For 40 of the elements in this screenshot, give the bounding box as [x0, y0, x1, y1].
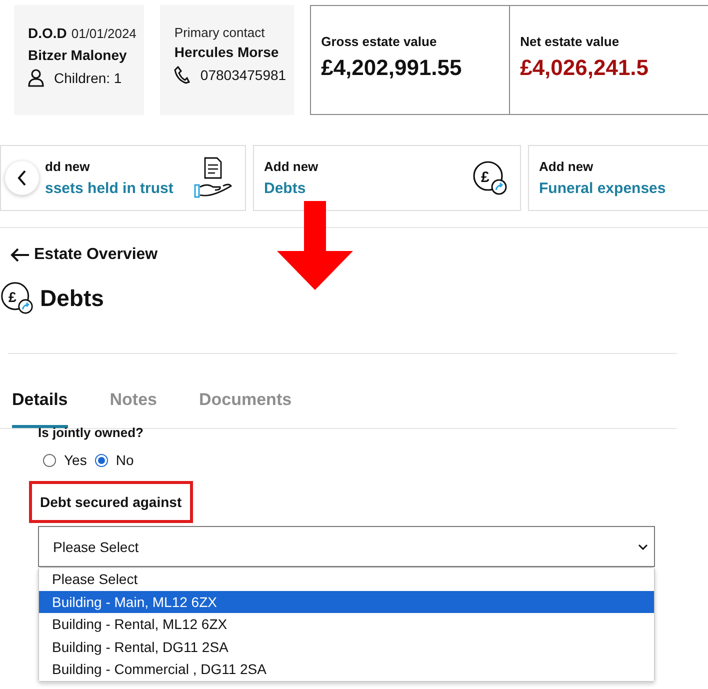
add-new-link[interactable]: ssets held in trust: [45, 180, 193, 197]
dropdown-option[interactable]: Building - Rental, DG11 2SA: [39, 636, 654, 658]
add-new-label: Add new: [264, 159, 320, 174]
contact-label: Primary contact: [174, 25, 266, 40]
value-label: Net estate value: [520, 34, 620, 49]
add-new-card[interactable]: Add new Funeral expenses: [528, 145, 708, 211]
add-new-card[interactable]: Add new Debts £: [253, 145, 521, 211]
field-label: Debt secured against: [29, 481, 193, 523]
dod-date: 01/01/2024: [71, 26, 136, 41]
previous-button[interactable]: [5, 161, 39, 195]
dropdown-option[interactable]: Please Select: [39, 568, 654, 591]
add-new-link[interactable]: Funeral expenses: [539, 180, 708, 197]
chevron-down-icon: [638, 544, 648, 550]
add-new-link[interactable]: Debts: [264, 180, 472, 197]
chevron-left-icon: [17, 170, 27, 186]
add-new-label: Add new: [539, 159, 594, 174]
radio-label: Yes: [64, 452, 87, 468]
dropdown-option[interactable]: Building - Commercial , DG11 2SA: [39, 658, 654, 681]
add-new-card[interactable]: dd new ssets held in trust: [0, 145, 246, 211]
page-title: Debts: [40, 284, 104, 312]
radio-button[interactable]: [94, 454, 108, 466]
person-icon: [28, 69, 44, 87]
radio-button[interactable]: [43, 454, 56, 466]
hand-document-icon: [193, 156, 233, 200]
select-field[interactable]: Please Select: [38, 526, 655, 567]
children-count: Children: 1: [54, 70, 122, 86]
dropdown-option[interactable]: Building - Main, ML12 6ZX: [39, 590, 654, 614]
value-amount: £4,026,241.5: [520, 55, 650, 81]
phone-number: 07803475981: [200, 67, 286, 83]
phone-icon: [174, 66, 190, 84]
radio-label: No: [116, 452, 134, 468]
value-label: Gross estate value: [321, 34, 438, 49]
add-new-label: dd new: [45, 159, 91, 174]
value-amount: £4,202,991.55: [321, 55, 463, 81]
person-name: Hercules Morse: [174, 44, 280, 60]
dropdown-option[interactable]: Building - Rental, ML12 6ZX: [39, 613, 654, 636]
back-link[interactable]: Estate Overview: [10, 246, 158, 264]
arrow-left-icon: [10, 248, 30, 262]
dod-label: D.O.D: [28, 25, 67, 41]
person-name: Bitzer Maloney: [28, 47, 128, 63]
